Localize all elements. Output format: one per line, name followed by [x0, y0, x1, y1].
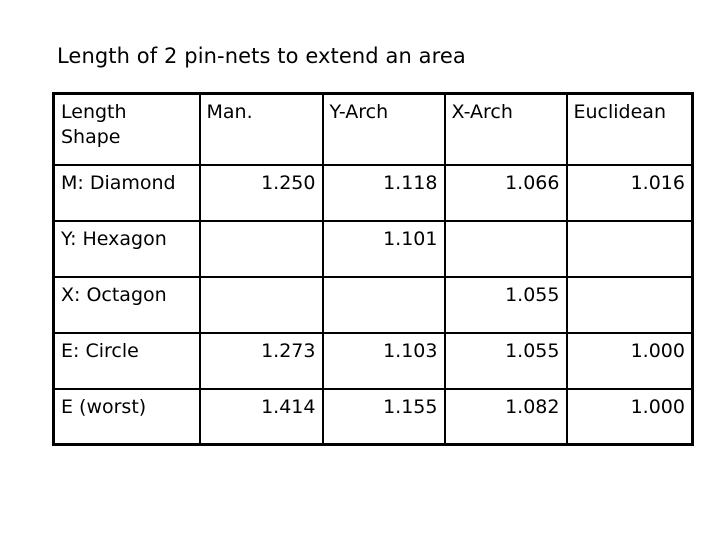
cell-x-arch: 1.082 [443, 387, 568, 446]
table-row: E (worst) 1.414 1.155 1.082 1.000 [52, 387, 694, 446]
table-header-y-arch: Y-Arch [321, 92, 446, 166]
cell-y-arch: 1.118 [321, 163, 446, 222]
cell-man: 1.414 [198, 387, 324, 446]
cell-y-arch [321, 275, 446, 334]
cell-x-arch: 1.055 [443, 331, 568, 390]
table-header-x-arch: X-Arch [443, 92, 568, 166]
table-row: Y: Hexagon 1.101 [52, 219, 694, 278]
cell-x-arch: 1.066 [443, 163, 568, 222]
cell-y-arch: 1.155 [321, 387, 446, 446]
table-header-corner: Length Shape [52, 92, 201, 166]
cell-euclidean [565, 275, 694, 334]
table-row: X: Octagon 1.055 [52, 275, 694, 334]
table-row: M: Diamond 1.250 1.118 1.066 1.016 [52, 163, 694, 222]
cell-x-arch: 1.055 [443, 275, 568, 334]
table-header-euclidean: Euclidean [565, 92, 694, 166]
cell-man [198, 275, 324, 334]
cell-y-arch: 1.101 [321, 219, 446, 278]
table-row: E: Circle 1.273 1.103 1.055 1.000 [52, 331, 694, 390]
cell-x-arch [443, 219, 568, 278]
cell-euclidean: 1.016 [565, 163, 694, 222]
length-comparison-table: Length Shape Man. Y-Arch X-Arch Euclidea… [52, 92, 694, 446]
table-header-man: Man. [198, 92, 324, 166]
table-header-corner-length: Length [61, 101, 127, 123]
cell-y-arch: 1.103 [321, 331, 446, 390]
cell-euclidean: 1.000 [565, 331, 694, 390]
cell-euclidean [565, 219, 694, 278]
row-label: E: Circle [52, 331, 201, 390]
row-label: E (worst) [52, 387, 201, 446]
row-label: Y: Hexagon [52, 219, 201, 278]
slide: Length of 2 pin-nets to extend an area L… [0, 0, 720, 540]
cell-man: 1.273 [198, 331, 324, 390]
table-header-row: Length Shape Man. Y-Arch X-Arch Euclidea… [52, 92, 694, 166]
cell-euclidean: 1.000 [565, 387, 694, 446]
table-container: Length Shape Man. Y-Arch X-Arch Euclidea… [52, 92, 694, 446]
row-label: M: Diamond [52, 163, 201, 222]
page-title: Length of 2 pin-nets to extend an area [57, 44, 466, 68]
cell-man [198, 219, 324, 278]
cell-man: 1.250 [198, 163, 324, 222]
row-label: X: Octagon [52, 275, 201, 334]
table-header-corner-shape: Shape [61, 126, 121, 148]
